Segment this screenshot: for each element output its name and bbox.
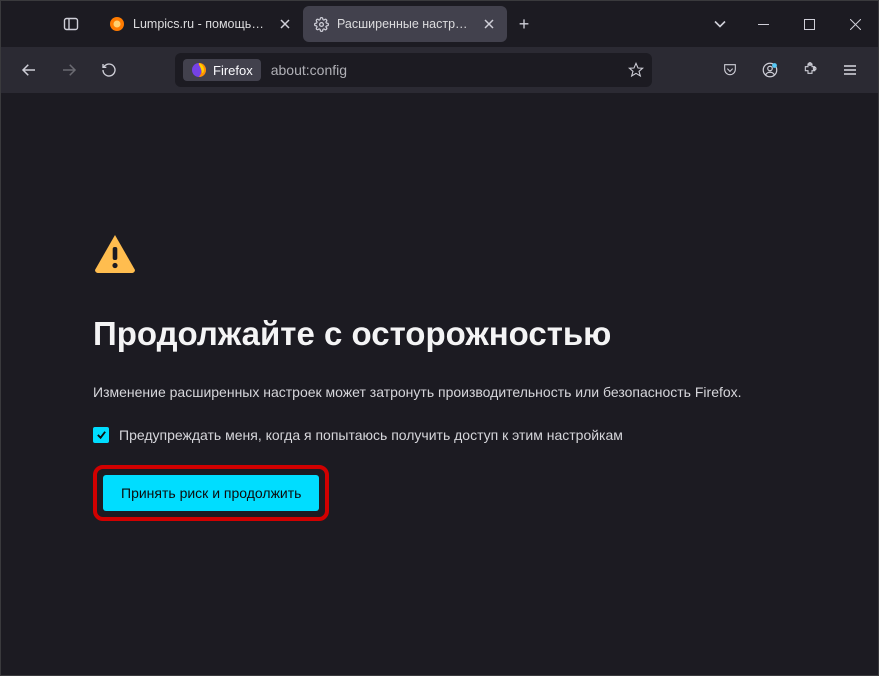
warn-checkbox-row[interactable]: Предупреждать меня, когда я попытаюсь по… [93,427,818,443]
accept-risk-button[interactable]: Принять риск и продолжить [103,475,319,511]
extensions-button[interactable] [792,54,828,86]
lumpics-favicon-icon [109,16,125,32]
close-icon[interactable] [481,16,497,32]
warning-icon [93,233,135,275]
menu-button[interactable] [832,54,868,86]
checkbox-label: Предупреждать меня, когда я попытаюсь по… [119,427,623,443]
reload-button[interactable] [91,54,127,86]
firefox-logo-icon [191,62,207,78]
accept-highlight: Принять риск и продолжить [93,465,329,521]
tab-strip: Lumpics.ru - помощь с компью Расширенные… [99,6,541,42]
titlebar: Lumpics.ru - помощь с компью Расширенные… [1,1,878,47]
tab-lumpics[interactable]: Lumpics.ru - помощь с компью [99,6,303,42]
all-tabs-button[interactable] [700,20,740,28]
close-window-button[interactable] [832,1,878,47]
warning-body: Изменение расширенных настроек может зат… [93,383,818,403]
maximize-button[interactable] [786,1,832,47]
window-controls [740,1,878,47]
url-text: about:config [271,62,620,78]
identity-box[interactable]: Firefox [183,59,261,81]
close-icon[interactable] [277,16,293,32]
minimize-button[interactable] [740,1,786,47]
nav-toolbar: Firefox about:config [1,47,878,93]
about-config-warning: Продолжайте с осторожностью Изменение ра… [1,93,878,521]
identity-label: Firefox [213,63,253,78]
tab-label: Расширенные настройки [337,17,471,31]
settings-favicon-icon [313,16,329,32]
new-tab-button[interactable]: + [507,6,541,42]
warning-heading: Продолжайте с осторожностью [93,315,818,353]
bookmark-star-icon[interactable] [628,62,644,78]
pocket-button[interactable] [712,54,748,86]
url-bar[interactable]: Firefox about:config [175,53,652,87]
tab-aboutconfig[interactable]: Расширенные настройки [303,6,507,42]
back-button[interactable] [11,54,47,86]
tab-label: Lumpics.ru - помощь с компью [133,17,267,31]
forward-button[interactable] [51,54,87,86]
account-button[interactable] [752,54,788,86]
checkbox-icon[interactable] [93,427,109,443]
sidebar-toggle-icon[interactable] [57,10,85,38]
